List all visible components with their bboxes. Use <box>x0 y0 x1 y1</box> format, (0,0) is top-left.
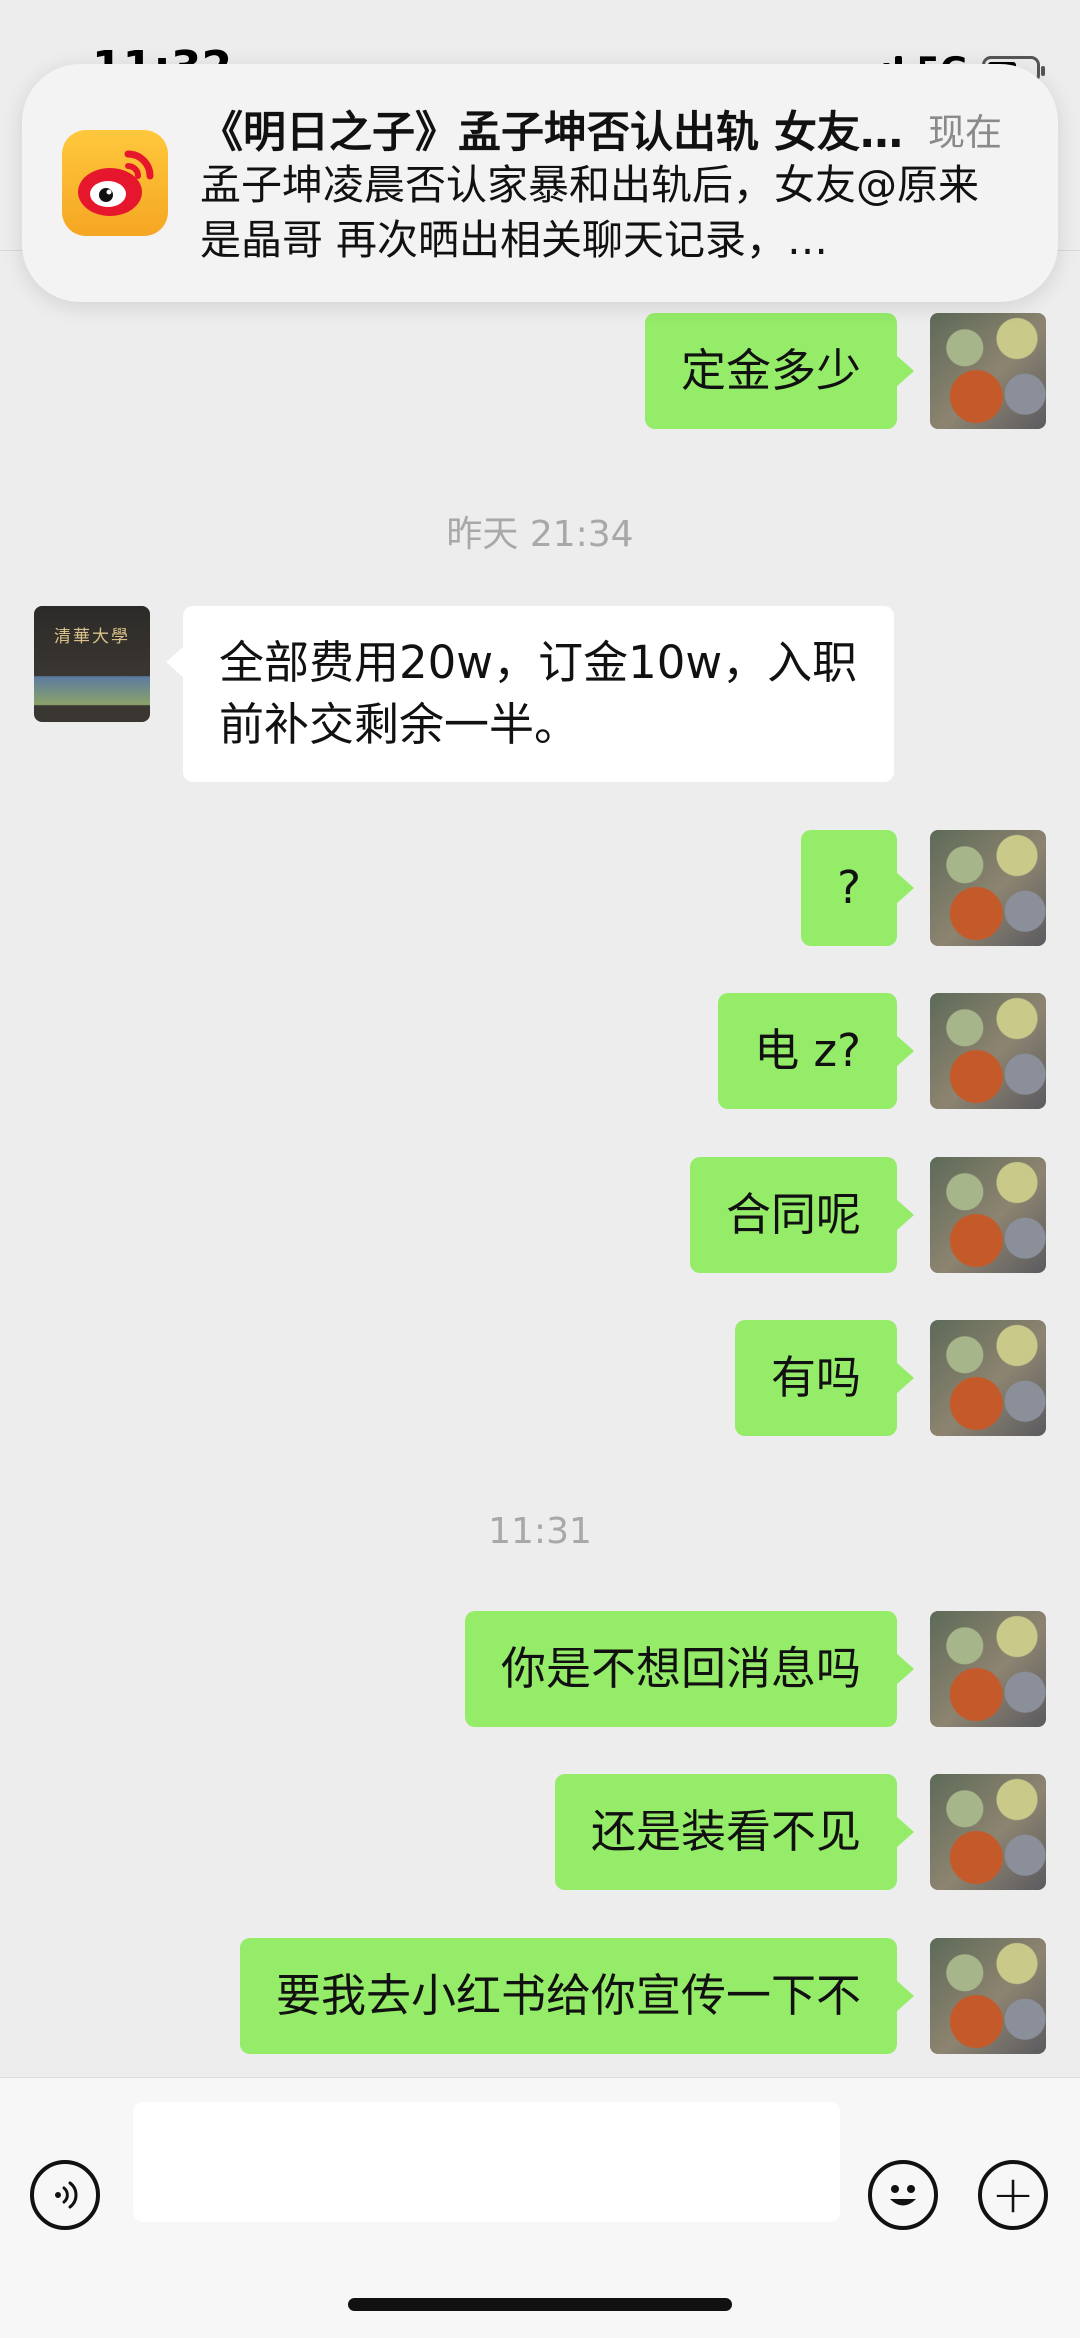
sent-message-bubble[interactable]: 有吗 <box>734 1320 915 1436</box>
message-timestamp: 昨天 21:34 <box>446 514 634 555</box>
smiley-icon <box>890 2185 916 2206</box>
my-avatar[interactable] <box>930 993 1046 1109</box>
notification-time: 现在 <box>928 111 1002 154</box>
notification-title: 《明日之子》孟子坤否认出轨 女友晒聊天记录 <box>200 108 910 158</box>
message-input[interactable] <box>133 2102 840 2222</box>
sent-message-bubble[interactable]: 电 z? <box>718 993 914 1109</box>
sent-message-bubble[interactable]: 定金多少 <box>644 313 915 429</box>
plus-button[interactable]: + <box>978 2160 1048 2230</box>
notification-body: 孟子坤凌晨否认家暴和出轨后，女友@原来是晶哥 再次晒出相关聊天记录，… <box>200 161 979 264</box>
weibo-icon <box>62 130 168 236</box>
voice-input-button[interactable] <box>30 2160 100 2230</box>
received-message-bubble[interactable]: 全部费用20w，订金10w，入职前补交剩余一半。 <box>166 606 894 782</box>
sent-message-bubble[interactable]: ? <box>801 830 914 946</box>
sent-message-bubble[interactable]: 要我去小红书给你宣传一下不 <box>239 1938 915 2054</box>
my-avatar[interactable] <box>930 1320 1046 1436</box>
plus-icon: + <box>991 2165 1035 2225</box>
sent-message-bubble[interactable]: 还是装看不见 <box>554 1774 915 1890</box>
sent-message-bubble[interactable]: 合同呢 <box>689 1157 915 1273</box>
my-avatar[interactable] <box>930 1938 1046 2054</box>
my-avatar[interactable] <box>930 1774 1046 1890</box>
my-avatar[interactable] <box>930 1157 1046 1273</box>
my-avatar[interactable] <box>930 313 1046 429</box>
notification-banner[interactable]: 《明日之子》孟子坤否认出轨 女友晒聊天记录 现在 孟子坤凌晨否认家暴和出轨后，女… <box>22 64 1058 302</box>
emoji-button[interactable] <box>868 2160 938 2230</box>
message-timestamp: 11:31 <box>488 1511 592 1552</box>
sent-message-bubble[interactable]: 你是不想回消息吗 <box>464 1611 915 1727</box>
contact-avatar[interactable]: 清華大學 <box>34 606 150 722</box>
my-avatar[interactable] <box>930 1611 1046 1727</box>
my-avatar[interactable] <box>930 830 1046 946</box>
voice-icon <box>55 2181 78 2209</box>
contact-avatar-text: 清華大學 <box>54 627 130 647</box>
home-indicator[interactable] <box>348 2298 732 2311</box>
